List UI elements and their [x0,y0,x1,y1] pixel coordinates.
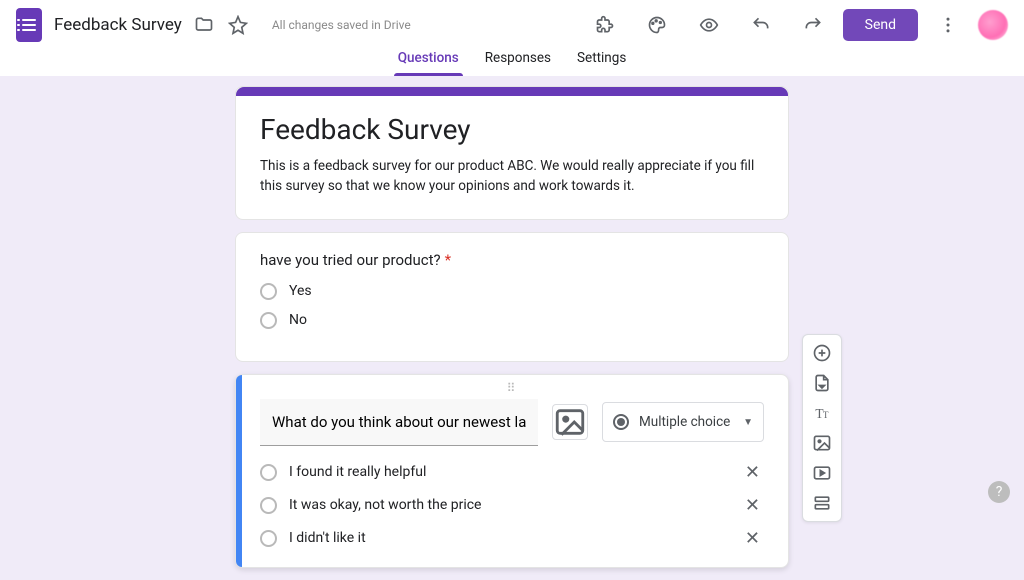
google-forms-logo[interactable] [16,8,42,42]
tab-questions[interactable]: Questions [398,50,459,76]
required-asterisk: * [445,251,451,269]
radio-icon [260,530,277,547]
addons-icon[interactable] [593,13,617,37]
question-type-select[interactable]: Multiple choice ▼ [602,402,764,442]
svg-text:T: T [823,410,829,420]
option-label[interactable]: I found it really helpful [289,464,426,480]
form-header-card[interactable]: Feedback Survey This is a feedback surve… [235,86,789,220]
option-row[interactable]: I found it really helpful ✕ [260,462,764,483]
question-card[interactable]: have you tried our product?* Yes No [235,232,789,362]
tab-responses[interactable]: Responses [485,50,551,76]
add-image-icon[interactable] [806,429,838,457]
preview-icon[interactable] [697,13,721,37]
add-image-icon[interactable] [552,404,588,440]
question-card-editing[interactable]: ⠿ Multiple choice ▼ I found it really he… [235,374,789,568]
remove-option-icon[interactable]: ✕ [741,528,764,549]
question-type-label: Multiple choice [639,414,730,430]
option-row[interactable]: I didn't like it ✕ [260,528,764,549]
option-row[interactable]: No [260,312,764,329]
chevron-down-icon: ▼ [743,417,753,428]
theme-icon[interactable] [645,13,669,37]
option-label[interactable]: It was okay, not worth the price [289,497,481,513]
question-text-input[interactable] [260,399,538,446]
drag-handle-icon[interactable]: ⠿ [260,381,764,395]
add-video-icon[interactable] [806,459,838,487]
option-row[interactable]: Yes [260,283,764,300]
remove-option-icon[interactable]: ✕ [741,495,764,516]
import-questions-icon[interactable] [806,369,838,397]
send-button[interactable]: Send [843,9,918,41]
save-status: All changes saved in Drive [272,18,411,32]
redo-icon[interactable] [801,13,825,37]
account-avatar[interactable] [978,10,1008,40]
radio-icon [260,464,277,481]
radio-icon [260,312,277,329]
add-question-icon[interactable] [806,339,838,367]
multiple-choice-icon [613,414,629,430]
star-icon[interactable] [226,13,250,37]
folder-icon[interactable] [192,13,216,37]
document-title[interactable]: Feedback Survey [54,15,182,35]
side-toolbar: TT [802,334,842,522]
add-title-icon[interactable]: TT [806,399,838,427]
form-title[interactable]: Feedback Survey [260,113,764,146]
undo-icon[interactable] [749,13,773,37]
option-row[interactable]: It was okay, not worth the price ✕ [260,495,764,516]
help-icon[interactable]: ? [988,481,1010,503]
option-label: Yes [289,283,312,299]
option-label: No [289,312,307,328]
more-icon[interactable] [936,13,960,37]
option-label[interactable]: I didn't like it [289,530,366,546]
question-text: have you tried our product?* [260,251,764,269]
radio-icon [260,283,277,300]
remove-option-icon[interactable]: ✕ [741,462,764,483]
radio-icon [260,497,277,514]
tab-settings[interactable]: Settings [577,50,626,76]
form-description[interactable]: This is a feedback survey for our produc… [260,156,764,197]
